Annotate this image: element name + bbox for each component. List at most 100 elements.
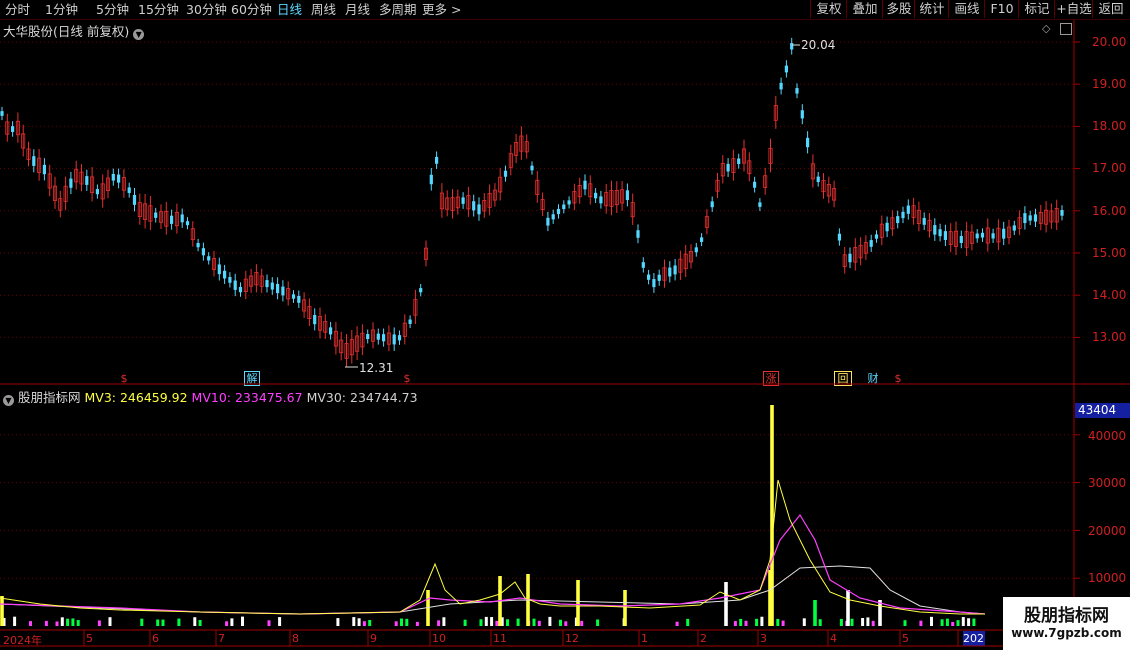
candle-body: [546, 217, 550, 226]
candle-body: [848, 253, 852, 263]
volume-bar: [156, 619, 160, 626]
candle-body: [435, 156, 439, 164]
candle-body: [652, 279, 656, 288]
candle-body: [700, 237, 704, 242]
candle-body: [376, 333, 380, 340]
volume-bar: [564, 621, 568, 626]
candle-body: [1060, 210, 1064, 216]
candle-body: [132, 194, 137, 205]
candle-body: [556, 208, 561, 215]
candle-body: [382, 334, 386, 342]
volume-bar: [278, 617, 282, 626]
volume-bar: [362, 621, 366, 626]
candle-body: [117, 174, 121, 183]
candle-body: [85, 176, 89, 185]
volume-bar: [394, 621, 398, 626]
volume-bar: [781, 620, 785, 626]
candle-body: [906, 205, 910, 214]
candle-body: [567, 200, 571, 205]
volume-bar: [400, 618, 403, 626]
candle-body: [710, 201, 714, 208]
candle-body: [795, 88, 799, 94]
candle-body: [419, 288, 423, 293]
candle-body: [170, 215, 174, 224]
kline-chart[interactable]: [0, 0, 1130, 650]
candle-body: [869, 240, 873, 247]
volume-bar: [177, 618, 181, 626]
volume-bar: [596, 619, 600, 626]
candle-body: [885, 222, 889, 232]
candle-body: [779, 82, 783, 90]
candle-body: [938, 229, 942, 237]
candle-body: [657, 274, 661, 281]
candle-body: [991, 233, 995, 239]
volume-bar: [623, 590, 627, 626]
volume-bar: [140, 618, 144, 626]
candle-body: [975, 233, 979, 239]
volume-bar: [442, 617, 446, 626]
volume-bar: [267, 620, 271, 626]
volume-bar: [463, 619, 467, 626]
volume-bar: [357, 618, 361, 626]
volume-bar: [744, 620, 748, 626]
candle-body: [291, 294, 296, 299]
volume-bar: [813, 600, 817, 626]
volume-bar: [193, 617, 197, 626]
volume-bar: [29, 621, 32, 626]
volume-bar: [919, 620, 923, 626]
candle-body: [185, 221, 190, 226]
candle-body: [233, 280, 237, 290]
volume-bar: [940, 619, 944, 626]
volume-bar: [60, 617, 64, 626]
candle-body: [980, 232, 985, 238]
volume-bar: [866, 617, 870, 626]
candle-body: [922, 217, 926, 225]
candle-body: [397, 335, 402, 341]
volume-bar: [161, 619, 165, 626]
candle-body: [392, 334, 396, 345]
volume-bar: [559, 619, 562, 626]
volume-bar: [724, 582, 728, 626]
volume-bar: [537, 620, 541, 626]
candle-body: [127, 187, 131, 193]
volume-bar: [733, 621, 737, 626]
candle-body: [551, 214, 555, 220]
candle-body: [276, 283, 280, 294]
candle-body: [329, 327, 333, 335]
volume-bar: [548, 616, 552, 626]
watermark-url: www.7gpzb.com: [1011, 626, 1122, 640]
volume-bar: [739, 618, 743, 626]
candle-body: [784, 65, 788, 73]
volume-bar: [967, 618, 971, 626]
volume-bar: [972, 618, 976, 626]
candle-body: [201, 248, 205, 256]
volume-bar: [951, 621, 955, 626]
volume-bar: [225, 621, 229, 626]
candle-body: [694, 247, 698, 253]
mv30-line: [0, 565, 986, 615]
candle-body: [837, 233, 841, 241]
candle-body: [806, 137, 810, 148]
volume-bar: [241, 616, 244, 626]
candle-body: [636, 230, 640, 238]
volume-bar: [405, 618, 409, 626]
volume-bar: [71, 618, 75, 626]
volume-bar: [675, 621, 679, 626]
volume-bar: [506, 619, 509, 626]
volume-bar: [802, 618, 806, 626]
candle-body: [429, 174, 433, 185]
candle-body: [726, 163, 730, 172]
candle-body: [530, 165, 534, 171]
candle-body: [32, 156, 36, 166]
candle-body: [790, 43, 794, 50]
candle-body: [583, 180, 587, 190]
volume-bar: [368, 619, 372, 626]
volume-bar: [352, 617, 356, 626]
volume-bar: [490, 617, 494, 626]
candle-body: [1023, 213, 1027, 224]
volume-bar: [479, 619, 483, 626]
volume-bar: [415, 621, 419, 626]
candle-body: [207, 256, 211, 261]
volume-bar: [13, 616, 17, 626]
volume-bar: [198, 619, 202, 626]
